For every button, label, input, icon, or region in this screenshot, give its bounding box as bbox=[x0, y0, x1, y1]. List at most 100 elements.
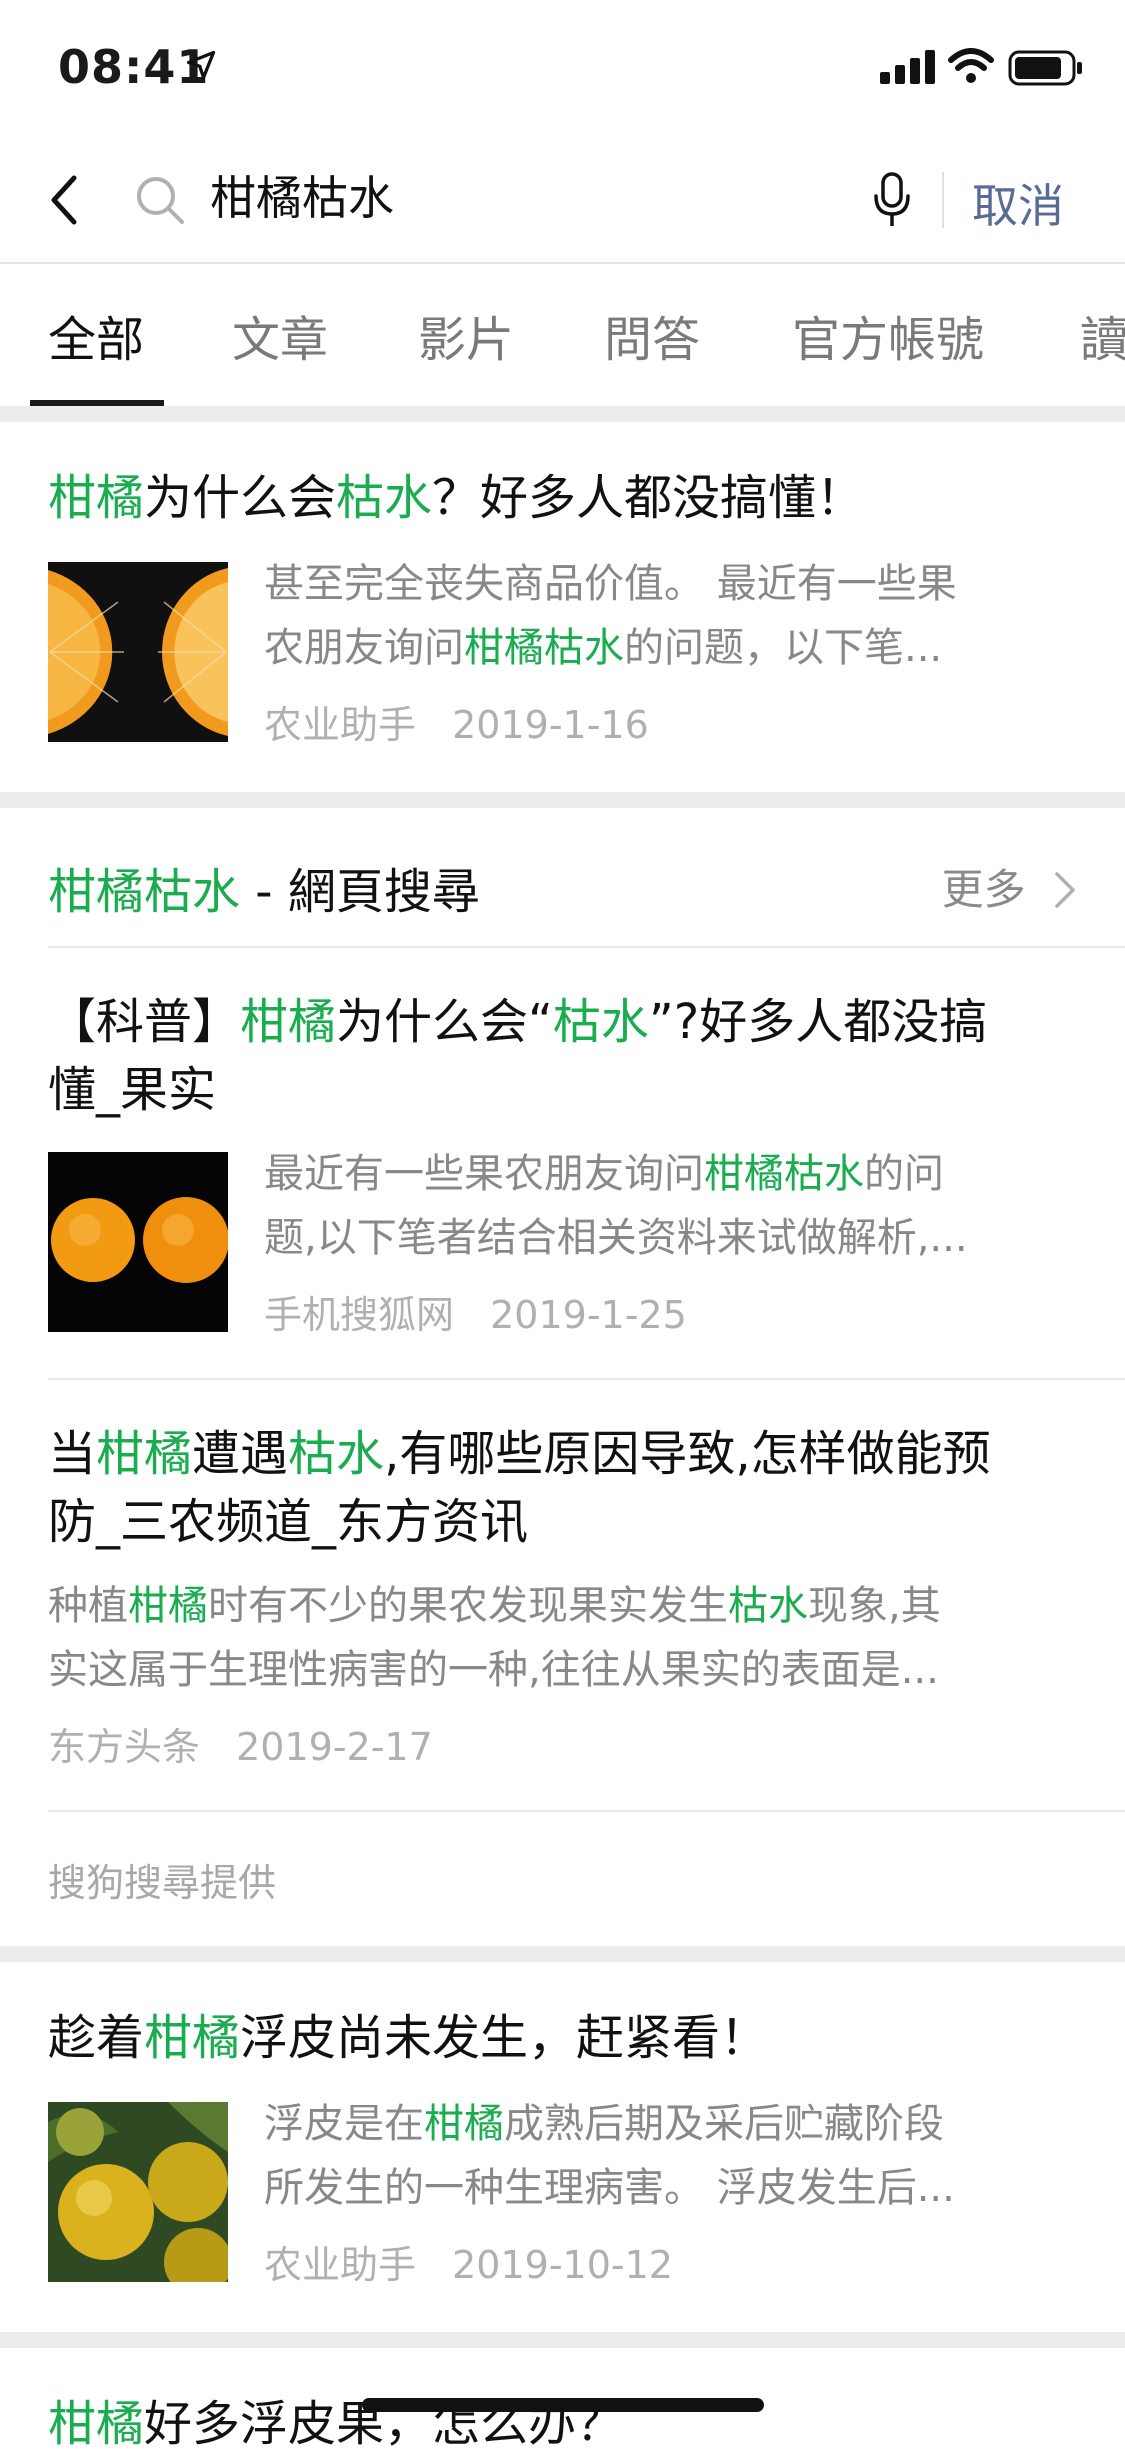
text-segment: 浮皮尚未发生，赶紧看！ bbox=[240, 2010, 769, 2066]
text-segment: 【科普】 bbox=[48, 994, 241, 1050]
web-search-header-query: 柑橘枯水 bbox=[48, 864, 241, 920]
green-citrus-thumbnail bbox=[48, 2102, 228, 2282]
search-provider-note: 搜狗搜尋提供 bbox=[48, 1861, 277, 1905]
highlighted-keyword: 枯水 bbox=[336, 470, 433, 526]
highlighted-keyword: 枯水 bbox=[288, 1426, 385, 1482]
text-segment: 农朋友询问 bbox=[264, 625, 464, 671]
tab-reading[interactable]: 讀 bbox=[1080, 300, 1125, 370]
web-search-header-label: - 網頁搜尋 bbox=[240, 864, 480, 920]
tab-videos[interactable]: 影片 bbox=[418, 300, 514, 370]
divider bbox=[48, 1810, 1125, 1812]
web-search-header: 柑橘枯水 - 網頁搜尋 bbox=[48, 852, 480, 922]
text-segment: 种植 bbox=[48, 1583, 128, 1629]
highlighted-keyword: 柑橘 bbox=[144, 2010, 241, 2066]
text-line: 题,以下笔者结合相关资料来试做解析,... bbox=[264, 1206, 968, 1270]
text-line: 最近有一些果农朋友询问柑橘枯水的问 bbox=[264, 1142, 968, 1206]
section-gap bbox=[0, 792, 1125, 808]
text-line: 实这属于生理性病害的一种,往往从果实的表面是... bbox=[48, 1638, 941, 1702]
text-segment: 所发生的一种生理病害。 浮皮发生后... bbox=[264, 2165, 955, 2211]
text-segment: 时有不少的果农发现果实发生 bbox=[208, 1583, 728, 1629]
highlighted-keyword: 柑橘 bbox=[128, 1583, 208, 1629]
text-segment: 实这属于生理性病害的一种,往往从果实的表面是... bbox=[48, 1647, 939, 1693]
more-label: 更多 bbox=[941, 865, 1026, 914]
wifi-icon bbox=[948, 48, 994, 83]
result-source: 农业助手 bbox=[264, 703, 417, 747]
more-button[interactable]: 更多 bbox=[942, 856, 1077, 917]
text-segment: 为什么会“ bbox=[336, 994, 553, 1050]
battery-icon bbox=[1008, 50, 1082, 86]
result-description: 甚至完全丧失商品价值。 最近有一些果 农朋友询问柑橘枯水的问题，以下笔... bbox=[264, 552, 957, 680]
text-line: 所发生的一种生理病害。 浮皮发生后... bbox=[264, 2156, 955, 2220]
web-result-date: 2019-1-25 bbox=[490, 1293, 687, 1337]
home-indicator bbox=[362, 2398, 764, 2412]
web-result-source: 东方头条 bbox=[48, 1725, 201, 1769]
divider bbox=[48, 1378, 1125, 1380]
microphone-icon[interactable] bbox=[872, 172, 912, 228]
oranges-thumbnail bbox=[48, 1152, 228, 1332]
text-segment: 的问题，以下笔... bbox=[624, 625, 943, 671]
highlighted-keyword: 柑橘 bbox=[240, 994, 337, 1050]
web-result-date: 2019-2-17 bbox=[236, 1725, 433, 1769]
text-line: 防_三农频道_东方资讯 bbox=[48, 1488, 991, 1556]
result-source: 农业助手 bbox=[264, 2243, 417, 2287]
chevron-right-icon bbox=[1055, 872, 1075, 908]
web-result-meta: 手机搜狐网 2019-1-25 bbox=[264, 1284, 687, 1339]
result-date: 2019-10-12 bbox=[452, 2243, 673, 2287]
text-line: 浮皮是在柑橘成熟后期及采后贮藏阶段 bbox=[264, 2092, 955, 2156]
highlighted-keyword: 柑橘 bbox=[424, 2101, 504, 2147]
text-segment: 最近有一些果农朋友询问 bbox=[264, 1151, 704, 1197]
text-segment: 现象,其 bbox=[808, 1583, 941, 1629]
divider bbox=[48, 946, 1125, 948]
section-gap bbox=[0, 1946, 1125, 1962]
text-line: 懂_果实 bbox=[48, 1056, 987, 1124]
web-result-title: 【科普】柑橘为什么会“枯水”?好多人都没搞 懂_果实 bbox=[48, 988, 987, 1124]
search-bar: 取消 bbox=[0, 132, 1125, 264]
web-result-source: 手机搜狐网 bbox=[264, 1293, 455, 1337]
result-description: 浮皮是在柑橘成熟后期及采后贮藏阶段所发生的一种生理病害。 浮皮发生后... bbox=[264, 2092, 955, 2220]
cellular-signal-icon bbox=[880, 50, 935, 84]
cancel-button[interactable]: 取消 bbox=[972, 170, 1064, 236]
tab-official-accounts[interactable]: 官方帳號 bbox=[792, 300, 984, 370]
result-date: 2019-1-16 bbox=[452, 703, 649, 747]
web-result-description: 最近有一些果农朋友询问柑橘枯水的问题,以下笔者结合相关资料来试做解析,... bbox=[264, 1142, 968, 1270]
text-segment: 趁着 bbox=[48, 2010, 145, 2066]
text-segment: 当 bbox=[48, 1426, 97, 1482]
search-divider bbox=[942, 172, 944, 228]
highlighted-keyword: 枯水 bbox=[728, 1583, 808, 1629]
result-meta: 农业助手 2019-10-12 bbox=[264, 2234, 673, 2289]
text-segment: 浮皮是在 bbox=[264, 2101, 424, 2147]
section-gap bbox=[0, 406, 1125, 422]
category-tabs: 全部 文章 影片 問答 官方帳號 讀 bbox=[0, 266, 1125, 406]
highlighted-keyword: 柑橘 bbox=[48, 470, 145, 526]
web-result-meta: 东方头条 2019-2-17 bbox=[48, 1716, 433, 1771]
back-arrow-icon[interactable] bbox=[40, 170, 92, 230]
text-segment: 为什么会 bbox=[144, 470, 337, 526]
text-segment: ”?好多人都没搞 bbox=[648, 994, 988, 1050]
highlighted-keyword: 柑橘枯水 bbox=[704, 1151, 864, 1197]
highlighted-keyword: 柑橘枯水 bbox=[464, 625, 624, 671]
result-title: 柑橘为什么会枯水？好多人都没搞懂！ bbox=[48, 464, 864, 532]
text-segment: 的问 bbox=[864, 1151, 944, 1197]
section-gap bbox=[0, 2332, 1125, 2348]
text-line: 种植柑橘时有不少的果农发现果实发生枯水现象,其 bbox=[48, 1574, 941, 1638]
orange-halves-thumbnail bbox=[48, 562, 228, 742]
highlighted-keyword: 柑橘 bbox=[96, 1426, 193, 1482]
text-line: 【科普】柑橘为什么会“枯水”?好多人都没搞 bbox=[48, 988, 987, 1056]
tab-all[interactable]: 全部 bbox=[48, 300, 144, 370]
tab-qa[interactable]: 問答 bbox=[604, 300, 700, 370]
text-line: 甚至完全丧失商品价值。 最近有一些果 bbox=[264, 552, 957, 616]
search-input[interactable] bbox=[210, 168, 830, 222]
result-meta: 农业助手 2019-1-16 bbox=[264, 694, 649, 749]
text-segment: ？好多人都没搞懂！ bbox=[432, 470, 865, 526]
status-bar: 08:41 bbox=[0, 0, 1125, 132]
highlighted-keyword: 枯水 bbox=[552, 994, 649, 1050]
text-segment: 甚至完全丧失商品价值。 最近有一些果 bbox=[264, 561, 957, 607]
text-segment: 遭遇 bbox=[192, 1426, 289, 1482]
text-segment: 防_三农频道_东方资讯 bbox=[48, 1494, 529, 1550]
result-title: 趁着柑橘浮皮尚未发生，赶紧看！ bbox=[48, 2004, 768, 2072]
text-segment: 题,以下笔者结合相关资料来试做解析,... bbox=[264, 1215, 968, 1261]
tab-articles[interactable]: 文章 bbox=[232, 300, 328, 370]
text-line: 农朋友询问柑橘枯水的问题，以下笔... bbox=[264, 616, 957, 680]
text-segment: 成熟后期及采后贮藏阶段 bbox=[504, 2101, 944, 2147]
location-arrow-icon bbox=[186, 50, 216, 80]
